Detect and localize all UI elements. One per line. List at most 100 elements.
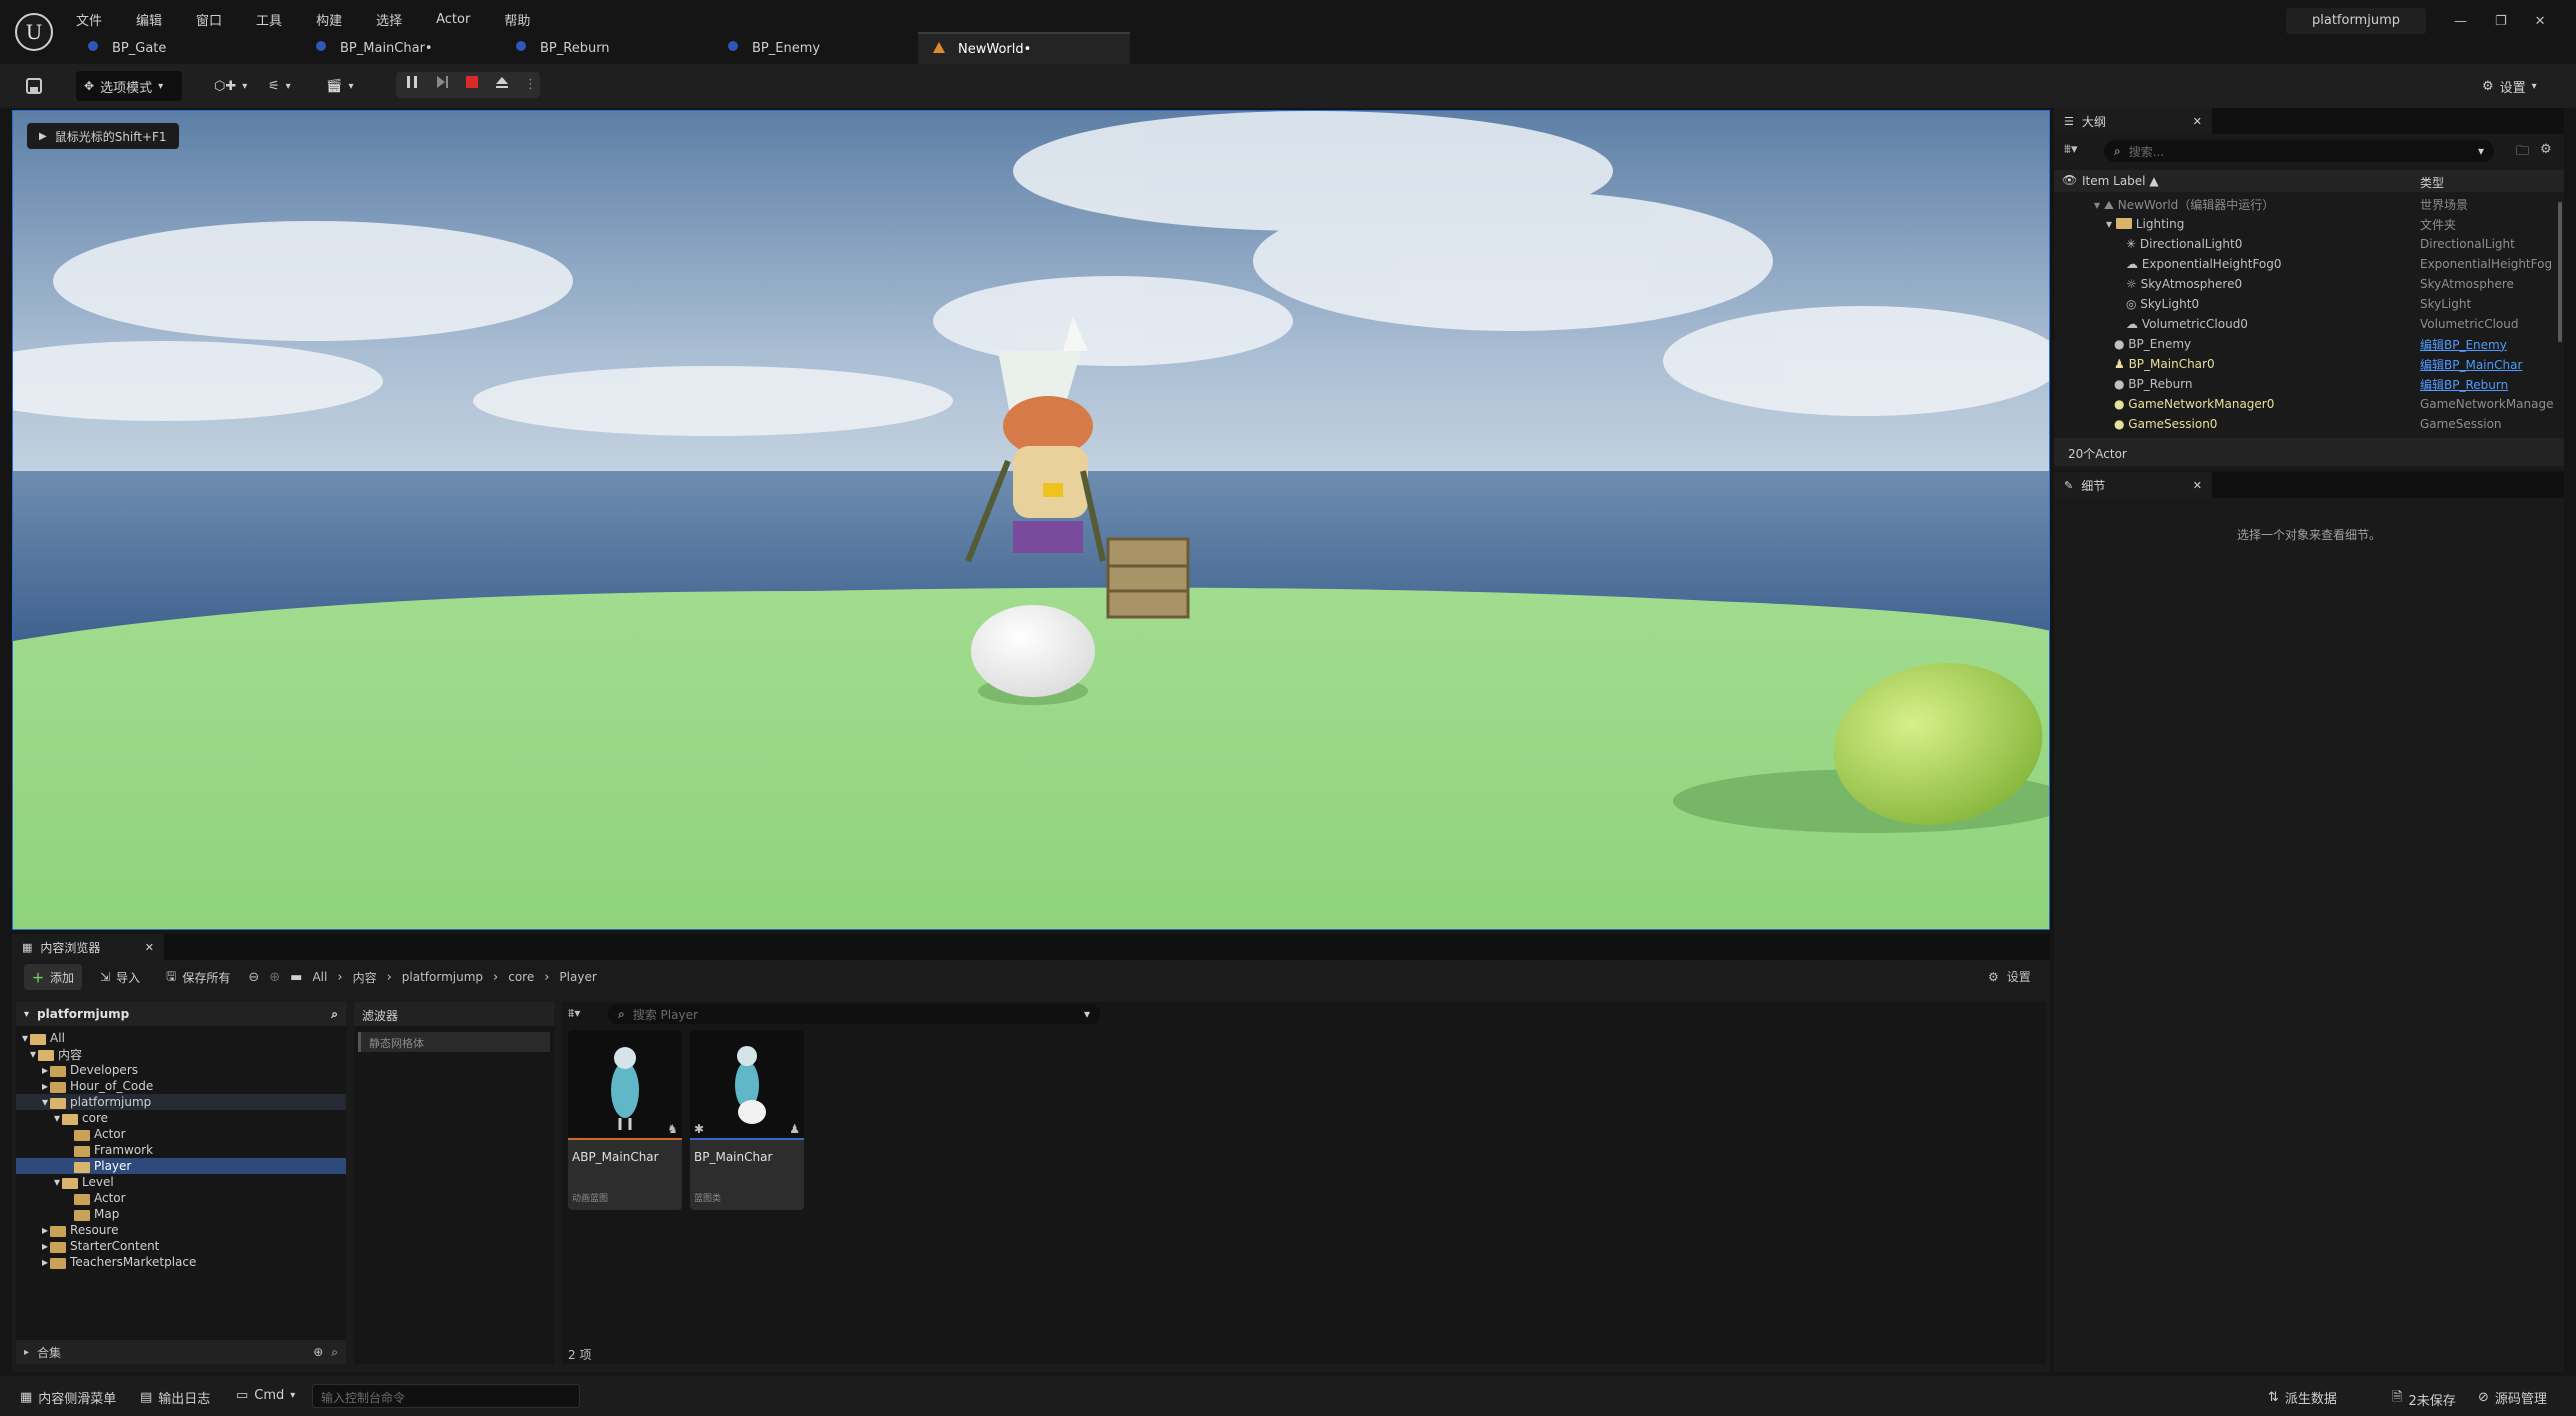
cmd-dropdown[interactable]: ▭ Cmd ▾ xyxy=(236,1388,295,1403)
breadcrumb-all[interactable]: All xyxy=(312,970,327,984)
add-actor-button[interactable]: ⬡✚ ▾ xyxy=(214,71,258,101)
outliner-row[interactable]: ☼ SkyAtmosphere0 SkyAtmosphere xyxy=(2054,274,2554,294)
content-drawer-button[interactable]: ▦ 内容侧滑菜单 xyxy=(20,1388,116,1407)
forward-arrow-icon[interactable]: ⊕ xyxy=(269,970,280,985)
menu-file[interactable]: 文件 xyxy=(76,10,102,29)
outliner-row[interactable]: ● GameNetworkManager0 GameNetworkManager xyxy=(2054,394,2554,414)
tree-item[interactable]: ▸ StarterContent xyxy=(16,1238,346,1254)
outliner-search-input[interactable]: ⌕ 搜索... ▾ xyxy=(2104,140,2494,162)
breadcrumb-content[interactable]: 内容 xyxy=(353,969,377,986)
close-tab-icon[interactable]: ✕ xyxy=(2193,479,2202,492)
import-button[interactable]: ⇲ 导入 xyxy=(92,964,148,990)
menu-window[interactable]: 窗口 xyxy=(196,10,222,29)
back-arrow-icon[interactable]: ⊖ xyxy=(248,970,259,985)
tree-item[interactable]: ▸ Developers xyxy=(16,1062,346,1078)
menu-help[interactable]: 帮助 xyxy=(504,10,530,29)
menu-edit[interactable]: 编辑 xyxy=(136,10,162,29)
outliner-row[interactable]: ☁ ExponentialHeightFog0 ExponentialHeight… xyxy=(2054,254,2554,274)
menu-select[interactable]: 选择 xyxy=(376,10,402,29)
breadcrumb-player[interactable]: Player xyxy=(559,970,596,984)
content-browser-tab[interactable]: ▦ 内容浏览器 ✕ xyxy=(12,934,164,960)
tree-item[interactable]: Framwork xyxy=(16,1142,346,1158)
search-icon[interactable]: ⌕ xyxy=(331,1007,338,1022)
visibility-eye-icon[interactable]: 👁︎ xyxy=(2062,173,2077,187)
filter-icon[interactable]: ⩩▾ xyxy=(568,1006,580,1021)
details-tab[interactable]: ✎ 细节 ✕ xyxy=(2054,472,2212,498)
settings-button[interactable]: ⚙ 设置 ▾ xyxy=(2482,71,2537,101)
blueprint-menu-button[interactable]: ⚟ ▾ xyxy=(268,71,312,101)
level-viewport[interactable]: ▶ 鼠标光标的Shift+F1 xyxy=(12,110,2050,930)
asset-search-input[interactable]: ⌕ 搜索 Player ▾ xyxy=(608,1004,1100,1024)
gear-icon[interactable]: ⚙ xyxy=(2540,142,2552,157)
breadcrumb-platformjump[interactable]: platformjump xyxy=(402,970,483,984)
restore-icon[interactable]: ❐ xyxy=(2495,14,2507,29)
tree-item-selected[interactable]: Player xyxy=(16,1158,346,1174)
col-type[interactable]: 类型 xyxy=(2420,174,2444,191)
folder-icon[interactable]: ▬ xyxy=(290,970,302,985)
filter-icon[interactable]: ⩩▾ xyxy=(2064,142,2077,157)
unsaved-button[interactable]: 🗎︎ 2未保存 xyxy=(2392,1388,2456,1410)
chevron-down-icon[interactable]: ▾ xyxy=(2478,144,2484,158)
doc-tab-bp-reburn[interactable]: BP_Reburn xyxy=(500,32,700,64)
tree-item[interactable]: ▾ Level xyxy=(16,1174,346,1190)
outliner-row[interactable]: ✳ DirectionalLight0 DirectionalLight xyxy=(2054,234,2554,254)
save-icon[interactable] xyxy=(20,71,48,101)
new-folder-icon[interactable]: 🗀 xyxy=(2516,142,2529,164)
cinematics-button[interactable]: 🎬︎ ▾ xyxy=(326,71,370,101)
outliner-row[interactable]: ● BP_Enemy 编辑BP_Enemy xyxy=(2054,334,2554,354)
console-command-input[interactable]: 输入控制台命令 xyxy=(312,1384,580,1408)
tree-item[interactable]: ▾ platformjump xyxy=(16,1094,346,1110)
save-all-button[interactable]: 🖫︎ 保存所有 xyxy=(158,964,238,990)
add-collection-icon[interactable]: ⊕ xyxy=(313,1345,323,1359)
content-settings-button[interactable]: ⚙ 设置 xyxy=(1988,968,2031,985)
doc-tab-newworld[interactable]: NewWorld• xyxy=(918,32,1130,64)
breadcrumb-core[interactable]: core xyxy=(508,970,534,984)
tree-item[interactable]: ▾ All xyxy=(16,1030,346,1046)
chevron-down-icon[interactable]: ▾ xyxy=(1084,1007,1090,1021)
outliner-row[interactable]: ● GameSession0 GameSession xyxy=(2054,414,2554,432)
step-frame-icon[interactable] xyxy=(434,74,450,94)
tree-item[interactable]: ▾ 内容 xyxy=(16,1046,346,1062)
doc-tab-bp-mainchar[interactable]: BP_MainChar• xyxy=(300,32,500,64)
close-window-icon[interactable]: ✕ xyxy=(2535,14,2546,29)
sources-header[interactable]: ▾ platformjump ⌕ xyxy=(16,1002,346,1026)
filter-chip-static-mesh[interactable]: 静态网格体 xyxy=(358,1032,550,1052)
mode-select-button[interactable]: ✥ 选项模式 ▾ xyxy=(76,71,182,101)
output-log-button[interactable]: ▤ 输出日志 xyxy=(140,1388,210,1407)
doc-tab-bp-enemy[interactable]: BP_Enemy xyxy=(712,32,912,64)
outliner-row[interactable]: ☁ VolumetricCloud0 VolumetricCloud xyxy=(2054,314,2554,334)
tree-item[interactable]: Actor xyxy=(16,1126,346,1142)
asset-tile-bp-mainchar[interactable]: ✱ ♟ BP_MainChar 蓝图类 xyxy=(690,1030,804,1210)
derived-data-button[interactable]: ⇅ 派生数据 xyxy=(2268,1388,2337,1407)
collections-header[interactable]: ▸ 合集 ⊕ ⌕ xyxy=(16,1340,346,1364)
source-control-button[interactable]: ⊘ 源码管理 xyxy=(2478,1388,2547,1407)
tree-item[interactable]: ▸ Resoure xyxy=(16,1222,346,1238)
menu-build[interactable]: 构建 xyxy=(316,10,342,29)
outliner-row[interactable]: ▾ Lighting 文件夹 xyxy=(2054,214,2554,234)
more-options-icon[interactable]: ⋮ xyxy=(524,77,537,92)
tree-item[interactable]: ▸ TeachersMarketplace xyxy=(16,1254,346,1270)
eject-icon[interactable] xyxy=(494,74,510,94)
outliner-row[interactable]: ▾ ⛰ NewWorld（编辑器中运行） 世界场景 xyxy=(2054,194,2554,214)
doc-tab-bp-gate[interactable]: BP_Gate xyxy=(72,32,272,64)
stop-icon[interactable] xyxy=(464,74,480,94)
unreal-logo-icon[interactable]: U xyxy=(14,12,54,52)
outliner-row[interactable]: ◎ SkyLight0 SkyLight xyxy=(2054,294,2554,314)
tree-item[interactable]: Actor xyxy=(16,1190,346,1206)
outliner-row[interactable]: ♟ BP_MainChar0 编辑BP_MainChar xyxy=(2054,354,2554,374)
pause-icon[interactable] xyxy=(404,74,420,94)
col-item-label[interactable]: Item Label ▲ xyxy=(2082,174,2159,188)
tree-item[interactable]: ▾ core xyxy=(16,1110,346,1126)
outliner-tab[interactable]: ☰ 大纲 ✕ xyxy=(2054,108,2212,134)
menu-tools[interactable]: 工具 xyxy=(256,10,282,29)
minimize-icon[interactable]: — xyxy=(2454,14,2467,29)
add-button[interactable]: ＋ 添加 xyxy=(24,964,83,990)
menu-actor[interactable]: Actor xyxy=(436,12,470,27)
asset-tile-abp-mainchar[interactable]: ♞ ABP_MainChar 动画蓝图 xyxy=(568,1030,682,1210)
close-tab-icon[interactable]: ✕ xyxy=(2193,115,2202,128)
tree-item[interactable]: ▸ Hour_of_Code xyxy=(16,1078,346,1094)
search-icon[interactable]: ⌕ xyxy=(331,1345,338,1360)
close-tab-icon[interactable]: ✕ xyxy=(145,941,154,954)
tree-item[interactable]: Map xyxy=(16,1206,346,1222)
outliner-row[interactable]: ● BP_Reburn 编辑BP_Reburn xyxy=(2054,374,2554,394)
